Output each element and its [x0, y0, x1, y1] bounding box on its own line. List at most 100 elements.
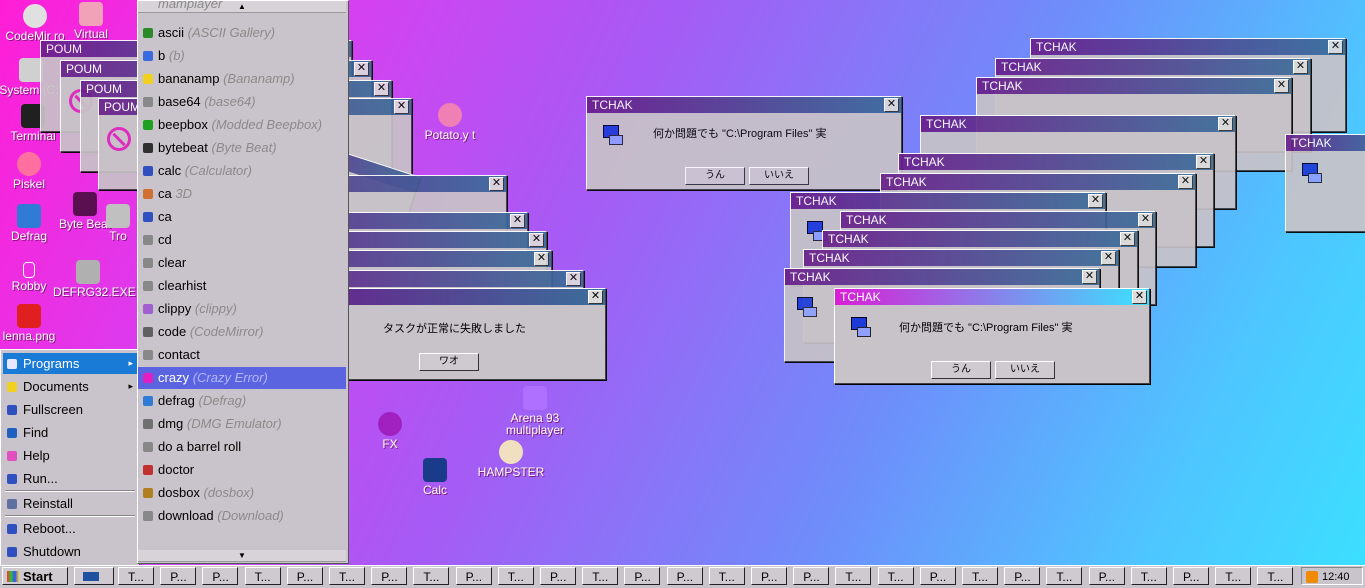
program-item-dmg[interactable]: dmg (DMG Emulator): [138, 413, 346, 435]
yes-button[interactable]: うん: [931, 361, 991, 379]
window-titlebar[interactable]: TCHAK ✕: [996, 59, 1310, 75]
close-button[interactable]: ✕: [1138, 213, 1153, 227]
window-titlebar[interactable]: TCHAK ✕: [835, 289, 1149, 305]
start-menu-item-run[interactable]: Run...: [3, 468, 137, 489]
window-titlebar[interactable]: TCHAK ✕: [785, 269, 1099, 285]
taskbar-window-button[interactable]: P...: [1004, 567, 1041, 585]
yes-button[interactable]: うん: [685, 167, 745, 185]
window-titlebar[interactable]: TCHAK ✕: [977, 78, 1291, 94]
program-item-code[interactable]: code (CodeMirror): [138, 321, 346, 343]
taskbar-window-button[interactable]: T...: [835, 567, 872, 585]
close-button[interactable]: ✕: [1196, 155, 1211, 169]
start-menu-item-reboot[interactable]: Reboot...: [3, 518, 137, 539]
close-button[interactable]: ✕: [1082, 270, 1097, 284]
desktop-icon-tro[interactable]: Tro: [96, 204, 140, 242]
window-titlebar[interactable]: TCHAK ✕: [823, 231, 1137, 247]
taskbar-window-button[interactable]: T...: [877, 567, 914, 585]
taskbar-window-button[interactable]: T...: [1046, 567, 1083, 585]
program-item-beepbox[interactable]: beepbox (Modded Beepbox): [138, 114, 346, 136]
question-dialog-front[interactable]: TCHAK ✕ 何か問題でも "C:\Program Files" 実 うん いい…: [834, 288, 1150, 384]
taskbar-window-button[interactable]: P...: [1088, 567, 1125, 585]
taskbar-window-button[interactable]: T...: [1130, 567, 1167, 585]
taskbar-window-button[interactable]: T...: [244, 567, 281, 585]
scroll-down-button[interactable]: ▼: [138, 550, 346, 562]
desktop-icon-virtual[interactable]: Virtual: [56, 2, 126, 40]
desktop-icon-arena[interactable]: Arena 93 multiplayer: [500, 386, 570, 436]
taskbar-window-button[interactable]: P...: [160, 567, 197, 585]
desktop-icon-hampster[interactable]: HAMPSTER: [476, 440, 546, 478]
question-dialog[interactable]: TCHAK ✕ 何か問題でも "C:\Program Files" 実 うん いい…: [586, 96, 902, 190]
taskbar-button-explorer[interactable]: [74, 567, 114, 585]
program-item-do-a-barrel-roll[interactable]: do a barrel roll: [138, 436, 346, 458]
start-menu-item-help[interactable]: Help: [3, 445, 137, 466]
taskbar-window-button[interactable]: P...: [624, 567, 661, 585]
program-item-defrag[interactable]: defrag (Defrag): [138, 390, 346, 412]
taskbar-window-button[interactable]: T...: [1257, 567, 1294, 585]
close-button[interactable]: ✕: [374, 82, 389, 96]
program-item-ca[interactable]: ca: [138, 206, 346, 228]
taskbar-window-button[interactable]: P...: [202, 567, 239, 585]
taskbar-window-button[interactable]: P...: [793, 567, 830, 585]
close-button[interactable]: ✕: [529, 233, 544, 247]
taskbar-window-button[interactable]: T...: [962, 567, 998, 585]
taskbar-window-button[interactable]: P...: [540, 567, 576, 585]
start-menu-item-documents[interactable]: Documents ▸: [3, 376, 137, 397]
close-button[interactable]: ✕: [354, 62, 369, 76]
taskbar-window-button[interactable]: T...: [497, 567, 534, 585]
window-titlebar[interactable]: TCHAK ✕: [804, 250, 1118, 266]
close-button[interactable]: ✕: [510, 214, 525, 228]
program-item-crazy[interactable]: crazy (Crazy Error): [138, 367, 346, 389]
window-titlebar[interactable]: TCHAK ✕: [841, 212, 1155, 228]
close-button[interactable]: ✕: [1178, 175, 1193, 189]
program-item-b[interactable]: b (b): [138, 45, 346, 67]
close-button[interactable]: ✕: [566, 272, 581, 286]
desktop-icon-defrg32[interactable]: DEFRG32.EXE: [53, 260, 136, 298]
program-item-clippy[interactable]: clippy (clippy): [138, 298, 346, 320]
taskbar-window-button[interactable]: P...: [751, 567, 787, 585]
taskbar-window-button[interactable]: P...: [666, 567, 703, 585]
close-button[interactable]: ✕: [534, 252, 549, 266]
taskbar-window-button[interactable]: T...: [413, 567, 450, 585]
desktop-icon-lenna[interactable]: lenna.png: [0, 304, 64, 342]
window-titlebar[interactable]: TCHAK ✕: [899, 154, 1213, 170]
program-item-bytebeat[interactable]: bytebeat (Byte Beat): [138, 137, 346, 159]
close-button[interactable]: ✕: [884, 98, 899, 112]
close-button[interactable]: ✕: [489, 177, 504, 191]
taskbar-window-button[interactable]: T...: [118, 567, 154, 585]
start-menu-item-find[interactable]: Find: [3, 422, 137, 443]
desktop-icon-piskel[interactable]: Piskel: [0, 152, 64, 190]
taskbar-window-button[interactable]: T...: [708, 567, 745, 585]
program-item-doctor[interactable]: doctor: [138, 459, 346, 481]
program-item-bananamp[interactable]: bananamp (Bananamp): [138, 68, 346, 90]
close-button[interactable]: ✕: [1293, 60, 1308, 74]
start-menu-item-shutdown[interactable]: Shutdown: [3, 541, 137, 562]
window-titlebar[interactable]: TCHAK ✕: [881, 174, 1195, 190]
window-titlebar[interactable]: TCHAK ✕: [921, 116, 1235, 132]
window-titlebar[interactable]: TCHAK ✕: [1031, 39, 1345, 55]
program-item-dosbox[interactable]: dosbox (dosbox): [138, 482, 346, 504]
program-item-ascii[interactable]: ascii (ASCII Gallery): [138, 22, 346, 44]
feed-icon[interactable]: [1306, 571, 1318, 583]
close-button[interactable]: ✕: [1274, 79, 1289, 93]
question-dialog[interactable]: TCHAK: [1285, 134, 1365, 232]
program-item-contact[interactable]: contact: [138, 344, 346, 366]
desktop-icon-fx[interactable]: FX: [355, 412, 425, 450]
program-item-cd[interactable]: cd: [138, 229, 346, 251]
close-button[interactable]: ✕: [1218, 117, 1233, 131]
program-item-clear[interactable]: clear: [138, 252, 346, 274]
desktop-icon-potato[interactable]: Potato.y t: [415, 103, 485, 141]
program-item-base64[interactable]: base64 (base64): [138, 91, 346, 113]
window-titlebar[interactable]: TCHAK ✕: [587, 97, 901, 113]
taskbar-window-button[interactable]: T...: [582, 567, 619, 585]
taskbar-window-button[interactable]: P...: [371, 567, 408, 585]
program-item-calc[interactable]: calc (Calculator): [138, 160, 346, 182]
close-button[interactable]: ✕: [1088, 194, 1103, 208]
taskbar-window-button[interactable]: P...: [1173, 567, 1209, 585]
close-button[interactable]: ✕: [1328, 40, 1343, 54]
no-button[interactable]: いいえ: [749, 167, 809, 185]
close-button[interactable]: ✕: [1101, 251, 1116, 265]
window-titlebar[interactable]: TCHAK ✕: [791, 193, 1105, 209]
start-menu-item-reinstall[interactable]: Reinstall: [3, 493, 137, 514]
no-button[interactable]: いいえ: [995, 361, 1055, 379]
program-item-clearhist[interactable]: clearhist: [138, 275, 346, 297]
